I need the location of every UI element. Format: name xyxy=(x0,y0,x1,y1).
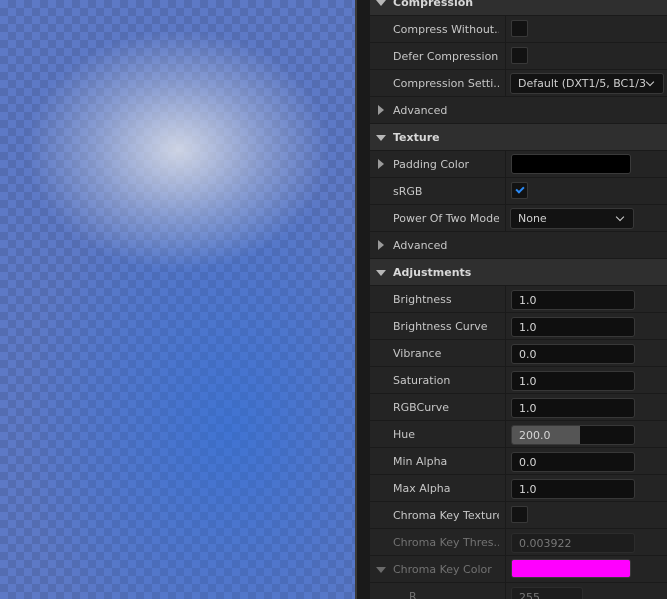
padding-color-swatch[interactable] xyxy=(511,154,631,174)
property-label: Brightness Curve xyxy=(393,319,488,333)
row-saturation: Saturation 1.0 xyxy=(370,367,667,394)
input-value: 0.0 xyxy=(519,347,537,361)
details-panel: Compression Compress Without... Defer Co… xyxy=(370,0,667,599)
section-compression[interactable]: Compression xyxy=(370,0,667,16)
expand-arrow-icon[interactable] xyxy=(376,567,386,573)
row-brightness: Brightness 1.0 xyxy=(370,286,667,313)
row-defer-compression: Defer Compression xyxy=(370,43,667,70)
row-chroma-key-color: Chroma Key Color xyxy=(370,556,667,583)
chevron-down-icon xyxy=(615,212,625,222)
compress-without-alpha-checkbox[interactable] xyxy=(511,20,528,37)
saturation-input[interactable]: 1.0 xyxy=(511,371,635,391)
chroma-key-color-swatch[interactable] xyxy=(511,559,631,578)
row-chroma-key-threshold: Chroma Key Thres... 0.003922 xyxy=(370,529,667,556)
property-label: Defer Compression xyxy=(393,49,499,63)
vibrance-input[interactable]: 0.0 xyxy=(511,344,635,364)
dropdown-value: None xyxy=(518,212,547,225)
input-value: 1.0 xyxy=(519,401,537,415)
row-padding-color: Padding Color xyxy=(370,151,667,178)
expand-arrow-icon[interactable] xyxy=(378,159,384,169)
row-min-alpha: Min Alpha 0.0 xyxy=(370,448,667,475)
property-label: Padding Color xyxy=(393,157,470,171)
row-hue: Hue 200.0 xyxy=(370,421,667,448)
power-of-two-dropdown[interactable]: None xyxy=(510,208,634,229)
input-value: 1.0 xyxy=(519,374,537,388)
row-chroma-r: R 255 xyxy=(370,583,667,599)
row-brightness-curve: Brightness Curve 1.0 xyxy=(370,313,667,340)
expand-arrow-icon[interactable] xyxy=(376,0,386,6)
expand-arrow-icon[interactable] xyxy=(378,105,384,115)
checkmark-icon xyxy=(514,184,525,194)
input-value: 200.0 xyxy=(519,428,551,442)
property-label: Vibrance xyxy=(393,346,442,360)
min-alpha-input[interactable]: 0.0 xyxy=(511,452,635,472)
property-label: Compress Without... xyxy=(393,22,499,36)
property-label: Chroma Key Texture xyxy=(393,508,499,522)
property-label: Max Alpha xyxy=(393,481,451,495)
row-max-alpha: Max Alpha 1.0 xyxy=(370,475,667,502)
srgb-checkbox[interactable] xyxy=(511,182,528,199)
property-label: RGBCurve xyxy=(393,400,449,414)
texture-preview-viewport[interactable] xyxy=(0,0,355,599)
property-label: Power Of Two Mode xyxy=(393,211,499,225)
input-value: 0.0 xyxy=(519,455,537,469)
section-title: Texture xyxy=(393,130,440,144)
section-title: Adjustments xyxy=(393,265,472,279)
expand-arrow-icon[interactable] xyxy=(378,240,384,250)
expand-arrow-icon[interactable] xyxy=(376,270,386,276)
property-label: Brightness xyxy=(393,292,452,306)
chroma-key-threshold-input: 0.003922 xyxy=(511,533,635,553)
brightness-input[interactable]: 1.0 xyxy=(511,290,635,310)
max-alpha-input[interactable]: 1.0 xyxy=(511,479,635,499)
row-srgb: sRGB xyxy=(370,178,667,205)
chroma-key-texture-checkbox[interactable] xyxy=(511,506,528,523)
property-label: Saturation xyxy=(393,373,451,387)
property-label: Compression Setti... xyxy=(393,76,499,90)
rgbcurve-input[interactable]: 1.0 xyxy=(511,398,635,418)
section-title: Compression xyxy=(393,0,474,9)
property-label: R xyxy=(409,589,417,599)
row-compress-without-alpha: Compress Without... xyxy=(370,16,667,43)
texture-preview-image xyxy=(0,0,355,599)
compression-settings-dropdown[interactable]: Default (DXT1/5, BC1/3 xyxy=(510,73,664,94)
hue-slider[interactable]: 200.0 xyxy=(511,425,635,445)
defer-compression-checkbox[interactable] xyxy=(511,47,528,64)
input-value: 1.0 xyxy=(519,482,537,496)
row-compression-advanced[interactable]: Advanced xyxy=(370,97,667,124)
input-value: 1.0 xyxy=(519,320,537,334)
property-label: Hue xyxy=(393,427,416,441)
expand-arrow-icon[interactable] xyxy=(376,135,386,141)
row-texture-advanced[interactable]: Advanced xyxy=(370,232,667,259)
property-label: Advanced xyxy=(393,103,448,117)
property-label: Min Alpha xyxy=(393,454,448,468)
property-label: sRGB xyxy=(393,184,423,198)
panel-splitter[interactable] xyxy=(355,0,370,599)
brightness-curve-input[interactable]: 1.0 xyxy=(511,317,635,337)
row-power-of-two-mode: Power Of Two Mode None xyxy=(370,205,667,232)
row-rgbcurve: RGBCurve 1.0 xyxy=(370,394,667,421)
section-texture[interactable]: Texture xyxy=(370,124,667,151)
row-vibrance: Vibrance 0.0 xyxy=(370,340,667,367)
row-chroma-key-texture: Chroma Key Texture xyxy=(370,502,667,529)
input-value: 1.0 xyxy=(519,293,537,307)
chroma-r-input: 255 xyxy=(511,587,583,599)
input-value: 0.003922 xyxy=(519,536,572,550)
section-adjustments[interactable]: Adjustments xyxy=(370,259,667,286)
input-value: 255 xyxy=(519,590,540,599)
property-label: Advanced xyxy=(393,238,448,252)
dropdown-value: Default (DXT1/5, BC1/3 xyxy=(518,77,646,90)
row-compression-settings: Compression Setti... Default (DXT1/5, BC… xyxy=(370,70,667,97)
property-label: Chroma Key Thres... xyxy=(393,535,499,549)
property-label: Chroma Key Color xyxy=(393,562,492,576)
